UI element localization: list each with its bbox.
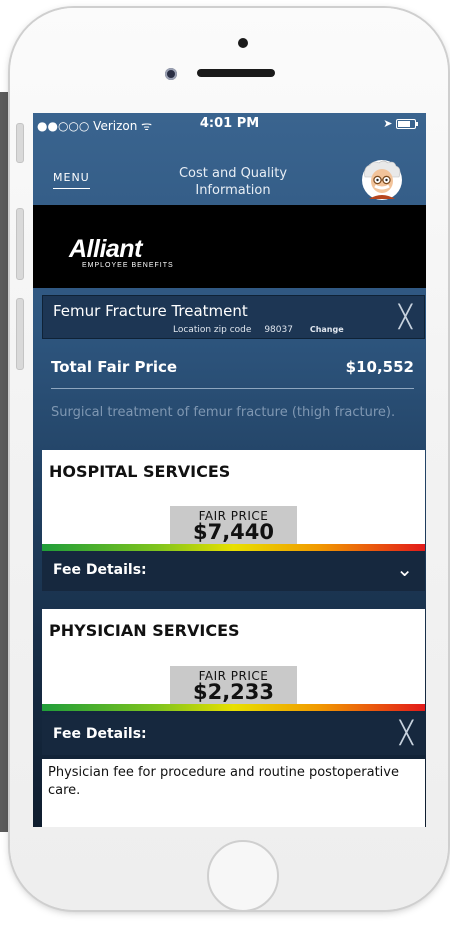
divider — [51, 388, 414, 389]
physician-services-title: PHYSICIAN SERVICES — [49, 621, 240, 640]
hospital-fair-price-value: $7,440 — [192, 520, 275, 544]
zip-label: Location zip code — [173, 325, 252, 335]
alliant-logo: Alliant EMPLOYEE BENEFITS — [69, 235, 174, 269]
hospital-fair-price-box: FAIR PRICE $7,440 — [170, 506, 297, 544]
close-icon[interactable]: ╳ — [400, 723, 413, 745]
front-camera-icon — [165, 68, 177, 80]
total-fair-price-label: Total Fair Price — [51, 358, 178, 376]
professor-avatar-icon[interactable] — [361, 159, 403, 201]
physician-fee-details-toggle[interactable]: Fee Details: ╳ — [42, 715, 425, 755]
battery-icon — [396, 119, 418, 129]
price-range-bar — [42, 704, 425, 711]
brand-banner: Alliant EMPLOYEE BENEFITS — [33, 205, 426, 288]
menu-button[interactable]: MENU — [53, 171, 90, 189]
procedure-search-card[interactable]: Femur Fracture Treatment Location zip co… — [42, 295, 425, 339]
volume-down-button — [16, 298, 24, 370]
proximity-sensor — [238, 38, 248, 48]
status-time: 4:01 PM — [199, 116, 260, 131]
physician-fee-description: Physician fee for procedure and routine … — [42, 759, 425, 827]
hospital-services-card: HOSPITAL SERVICES FAIR PRICE $7,440 — [42, 450, 425, 551]
hospital-fee-details-toggle[interactable]: Fee Details: ⌄ — [42, 551, 425, 591]
clear-search-close-icon[interactable]: ╳ — [399, 307, 412, 329]
nav-bar: MENU Cost and Quality Information — [33, 137, 426, 204]
physician-fair-price-box: FAIR PRICE $2,233 — [170, 666, 297, 704]
procedure-description: Surgical treatment of femur fracture (th… — [51, 405, 396, 420]
volume-up-button — [16, 208, 24, 280]
mute-switch — [16, 123, 24, 163]
status-bar: ●●○○○ Verizon ᯤ 4:01 PM ➤ — [33, 113, 426, 137]
status-icons: ➤ — [383, 117, 418, 130]
fee-details-label: Fee Details: — [53, 562, 147, 578]
price-range-bar — [42, 544, 425, 551]
home-button[interactable] — [207, 840, 279, 912]
fee-details-label: Fee Details: — [53, 726, 147, 742]
chevron-down-icon[interactable]: ⌄ — [396, 557, 413, 581]
location-arrow-icon: ➤ — [383, 117, 393, 130]
total-fair-price-value: $10,552 — [345, 358, 414, 376]
zip-value: 98037 — [264, 325, 293, 335]
zip-row: Location zip code 98037 Change — [173, 325, 344, 335]
page-title: Cost and Quality Information — [178, 166, 288, 198]
physician-services-card: PHYSICIAN SERVICES FAIR PRICE $2,233 — [42, 609, 425, 711]
procedure-name: Femur Fracture Treatment — [53, 302, 248, 320]
physician-fair-price-value: $2,233 — [192, 680, 275, 704]
app-screen: ●●○○○ Verizon ᯤ 4:01 PM ➤ MENU Cost and … — [33, 113, 426, 827]
change-zip-link[interactable]: Change — [310, 325, 344, 334]
earpiece-speaker — [197, 69, 275, 77]
hospital-services-title: HOSPITAL SERVICES — [49, 462, 231, 481]
total-fair-price-row: Total Fair Price $10,552 — [51, 358, 414, 376]
